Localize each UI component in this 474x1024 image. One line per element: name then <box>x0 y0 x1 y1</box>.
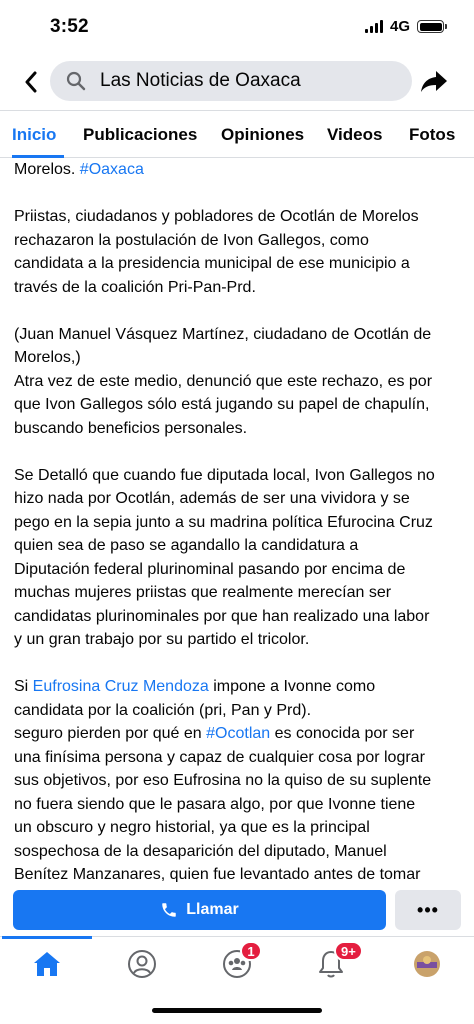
post-line: sus objetivos, por eso Eufrosina no la q… <box>14 772 432 789</box>
post-line: candidata por la coalición (pri, Pan y P… <box>14 701 312 719</box>
menu-avatar-icon <box>414 951 440 977</box>
post-line: sospechosa de la desaparición del diputa… <box>14 842 387 860</box>
post-line: Benítez Manzanares, quien fue levantado … <box>14 866 421 882</box>
post-line: (Juan Manuel Vásquez Martínez, ciudadano… <box>14 325 432 343</box>
groups-badge: 1 <box>240 941 262 961</box>
status-bar: 3:52 4G <box>0 0 474 54</box>
post-text: es conocida por ser <box>270 725 415 742</box>
chevron-left-icon <box>25 71 37 93</box>
post-line: Si Eufrosina Cruz Mendoza impone a Ivonn… <box>14 675 462 699</box>
action-row: Llamar ••• <box>0 888 474 932</box>
post-line: que Ivon Gallegos sólo está jugando su p… <box>14 396 430 413</box>
post-line: Morelos,) <box>14 349 81 366</box>
nav-home[interactable] <box>30 947 64 981</box>
active-nav-indicator <box>2 936 92 939</box>
bottom-nav: 1 9+ <box>0 936 474 992</box>
signal-icon <box>364 20 383 33</box>
post-line: hizo nada por Ocotlán, además de ser una… <box>14 490 410 507</box>
notifications-badge: 9+ <box>334 941 363 961</box>
hashtag-link[interactable]: #Oaxaca <box>80 161 144 178</box>
search-value: Las Noticias de Oaxaca <box>100 70 301 91</box>
more-label: ••• <box>417 899 439 920</box>
home-icon <box>34 952 60 976</box>
back-button[interactable] <box>14 66 48 98</box>
search-header: Las Noticias de Oaxaca <box>0 58 474 104</box>
post-line: Se Detalló que cuando fue diputada local… <box>14 466 435 484</box>
paragraph-4-rest: una finísima persona y capaz de cualquie… <box>14 746 462 883</box>
tab-inicio[interactable]: Inicio <box>12 125 56 145</box>
post-line: muchas mujeres priistas que realmente me… <box>14 584 392 601</box>
nav-profile[interactable] <box>125 947 159 981</box>
tab-opiniones[interactable]: Opiniones <box>221 125 304 145</box>
post-line: seguro pierden por qué en #Ocotlan es co… <box>14 722 462 746</box>
paragraph-3: Se Detalló que cuando fue diputada local… <box>14 464 462 652</box>
home-indicator <box>152 1008 322 1013</box>
post-line: Diputación federal plurinominal pasando … <box>14 560 406 578</box>
call-label: Llamar <box>186 901 239 918</box>
status-indicators: 4G <box>364 18 447 35</box>
search-input[interactable]: Las Noticias de Oaxaca <box>50 61 412 101</box>
post-line: un obscuro y negro historial, ya que es … <box>14 819 370 836</box>
nav-menu[interactable] <box>410 947 444 981</box>
page-tabs: Inicio Publicaciones Opiniones Videos Fo… <box>0 110 474 158</box>
share-button[interactable] <box>418 66 450 98</box>
post-text: Si <box>14 678 33 695</box>
battery-icon <box>417 20 447 33</box>
post-line: una finísima persona y capaz de cualquie… <box>14 748 425 766</box>
phone-icon <box>162 903 177 917</box>
nav-groups[interactable]: 1 <box>220 941 262 981</box>
post-line: y un gran trabajo por su partido el tric… <box>14 631 310 648</box>
post-line: quien sea de paso se agandallo la candid… <box>14 537 359 554</box>
post-text: impone a Ivonne como <box>208 678 376 695</box>
post-line: Priistas, ciudadanos y pobladores de Oco… <box>14 208 419 225</box>
post-body: Morelos. #Oaxaca Priistas, ciudadanos y … <box>14 158 462 882</box>
paragraph-1: Priistas, ciudadanos y pobladores de Oco… <box>14 205 462 299</box>
post-text: Morelos. <box>14 161 80 178</box>
post-text: seguro pierden por qué en <box>14 725 207 742</box>
profile-icon <box>128 950 156 978</box>
share-arrow-icon <box>421 71 447 92</box>
post-line: buscando beneficios personales. <box>14 419 248 437</box>
nav-notifications[interactable]: 9+ <box>314 941 363 981</box>
more-button[interactable]: ••• <box>395 890 461 930</box>
post-line: pego en la sepia junto a su madrina polí… <box>14 513 433 531</box>
post-line: Atra vez de este medio, denunció que est… <box>14 372 433 390</box>
search-icon <box>66 71 86 91</box>
status-time: 3:52 <box>50 16 89 37</box>
hashtag-link[interactable]: #Ocotlan <box>206 725 270 742</box>
network-label: 4G <box>389 18 410 35</box>
post-line: no fuera siendo que le pasara algo, por … <box>14 795 416 813</box>
tab-publicaciones[interactable]: Publicaciones <box>83 125 197 145</box>
mention-link[interactable]: Eufrosina Cruz Mendoza <box>33 678 209 695</box>
tab-fotos[interactable]: Fotos <box>409 125 455 145</box>
post-line: través de la coalición Pri-Pan-Prd. <box>14 278 256 296</box>
post-line: candidatas plurinominales por que han re… <box>14 607 430 625</box>
post-line: Morelos. #Oaxaca <box>14 158 462 182</box>
tab-videos[interactable]: Videos <box>327 125 382 145</box>
post-line: rechazaron la postulación de Ivon Galleg… <box>14 231 369 249</box>
post-line: candidata a la presidencia municipal de … <box>14 255 410 272</box>
call-button[interactable]: Llamar <box>13 890 386 930</box>
paragraph-2: (Juan Manuel Vásquez Martínez, ciudadano… <box>14 323 462 441</box>
